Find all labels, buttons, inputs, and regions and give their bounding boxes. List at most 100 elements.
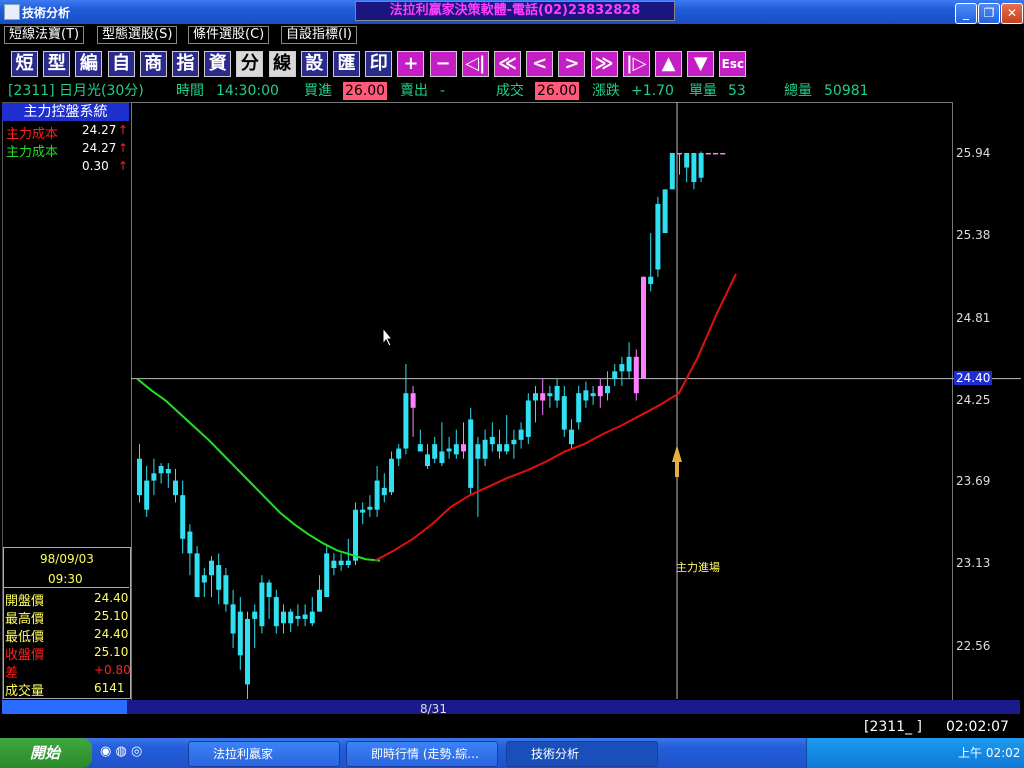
y-tick-label: 24.40: [954, 370, 993, 385]
candle-body: [396, 448, 402, 459]
toolbar-button-11[interactable]: 印: [365, 51, 393, 77]
candle-body: [641, 276, 646, 379]
candle-body: [194, 553, 200, 598]
toolbar-button-19[interactable]: |▷: [622, 51, 650, 77]
candle-body: [245, 618, 250, 685]
y-tick-label: 24.25: [956, 392, 991, 407]
candle-body: [461, 444, 466, 452]
candle-body: [511, 439, 517, 445]
toolbar-button-17[interactable]: >: [558, 51, 586, 77]
toolbar-button-0[interactable]: 短: [11, 51, 38, 77]
candle-body: [381, 487, 387, 496]
candle-body: [504, 444, 510, 452]
control-row-value: 24.27: [82, 141, 117, 155]
candle-body: [367, 506, 373, 510]
x-axis-label: 8/31: [420, 702, 447, 716]
candlestick-chart[interactable]: [131, 102, 1021, 700]
menu-item-pattern[interactable]: 型態選股(S): [97, 26, 178, 44]
candle-body: [648, 276, 654, 285]
candle-body: [468, 419, 474, 488]
volume-value: 53: [728, 83, 746, 99]
candle-body: [252, 611, 258, 619]
main-force-entry-label: 主力進場: [676, 561, 720, 574]
candle-body: [353, 509, 358, 561]
toolbar-button-4[interactable]: 商: [139, 51, 167, 77]
menu-item-short-line[interactable]: 短線法寶(T): [4, 26, 85, 44]
candle-body: [417, 444, 423, 452]
start-button[interactable]: 開始: [0, 738, 92, 768]
candle-body: [273, 597, 279, 627]
menu-item-custom-indicator[interactable]: 自設指標(I): [281, 26, 357, 44]
up-arrow-icon: ↑: [118, 141, 129, 155]
deal-value: 26.00: [535, 82, 580, 100]
candle-body: [626, 356, 632, 372]
maximize-button[interactable]: ❐: [978, 3, 1000, 24]
candle-body: [360, 509, 366, 513]
y-tick-label: 25.38: [956, 227, 991, 242]
code-input-box[interactable]: [2311_ ]: [864, 719, 922, 735]
toolbar-button-15[interactable]: ≪: [494, 51, 521, 77]
y-tick-label: 24.81: [956, 310, 991, 325]
candle-body: [475, 444, 481, 459]
bar-data-value: 25.10: [94, 609, 129, 623]
bar-data-value: 24.40: [94, 627, 129, 641]
toolbar-button-5[interactable]: 指: [172, 51, 199, 77]
up-arrow-icon: ↑: [118, 159, 129, 173]
deal-label: 成交: [496, 83, 524, 99]
close-button[interactable]: ✕: [1001, 3, 1023, 24]
candle-body: [223, 575, 229, 605]
toolbar-button-22[interactable]: Esc: [719, 51, 747, 77]
candle-body: [561, 396, 567, 430]
candle-body: [216, 565, 222, 590]
candle-body: [453, 444, 459, 455]
toolbar-button-7[interactable]: 分: [236, 51, 264, 77]
total-volume-value: 50981: [824, 83, 869, 99]
control-system-title[interactable]: 主力控盤系統: [2, 103, 129, 121]
toolbar-button-20[interactable]: ▲: [655, 51, 682, 77]
quote-info-line: [2311] 日月光(30分) 時間 14:30:00 買進 26.00 賣出 …: [4, 82, 1020, 100]
toolbar-button-13[interactable]: −: [429, 51, 457, 77]
toolbar-button-8[interactable]: 線: [268, 51, 296, 77]
task-technical[interactable]: 技術分析: [506, 741, 658, 767]
task-realtime[interactable]: 即時行情 (走勢.綜...: [346, 741, 498, 767]
candle-body: [201, 575, 207, 583]
toolbar-button-18[interactable]: ≫: [590, 51, 618, 77]
bar-data-value: 24.40: [94, 591, 129, 605]
menu-item-condition[interactable]: 條件選股(C): [188, 26, 270, 44]
stock-code: [2311] 日月光(30分): [8, 83, 144, 99]
entry-arrow-icon: [672, 445, 682, 477]
quick-launch-icons[interactable]: ◉ ◍ ◎: [100, 744, 142, 759]
candle-body: [612, 371, 618, 379]
toolbar-button-10[interactable]: 匯: [333, 51, 360, 77]
toolbar-button-12[interactable]: +: [397, 51, 425, 77]
progress-bar: [2, 700, 127, 714]
toolbar-button-16[interactable]: <: [526, 51, 554, 77]
candle-body: [569, 429, 574, 445]
candle-body: [713, 152, 718, 155]
candle-body: [497, 444, 502, 452]
toolbar-button-3[interactable]: 自: [107, 51, 135, 77]
toolbar-button-21[interactable]: ▼: [687, 51, 715, 77]
minimize-button[interactable]: _: [955, 3, 977, 24]
candle-body: [525, 400, 531, 437]
candle-body: [720, 152, 726, 155]
candle-body: [425, 454, 430, 467]
toolbar-button-2[interactable]: 編: [75, 51, 103, 77]
toolbar-button-14[interactable]: ◁|: [461, 51, 489, 77]
control-row-label: 主力成本: [6, 127, 59, 142]
toolbar-button-1[interactable]: 型: [43, 51, 71, 77]
candle-body: [187, 531, 193, 554]
task-ferrari[interactable]: 法拉利贏家: [188, 741, 340, 767]
toolbar-button-9[interactable]: 設: [300, 51, 328, 77]
ask-label: 賣出: [400, 83, 428, 99]
candle-body: [302, 614, 308, 619]
candle-body: [165, 468, 171, 474]
bar-data-label: 最高價: [5, 612, 45, 627]
candle-body: [655, 203, 661, 270]
candle-body: [403, 393, 409, 449]
candle-body: [489, 436, 495, 445]
candle-body: [684, 152, 690, 168]
candle-body: [295, 616, 301, 619]
bar-time: 09:30: [48, 572, 83, 586]
toolbar-button-6[interactable]: 資: [204, 51, 232, 77]
